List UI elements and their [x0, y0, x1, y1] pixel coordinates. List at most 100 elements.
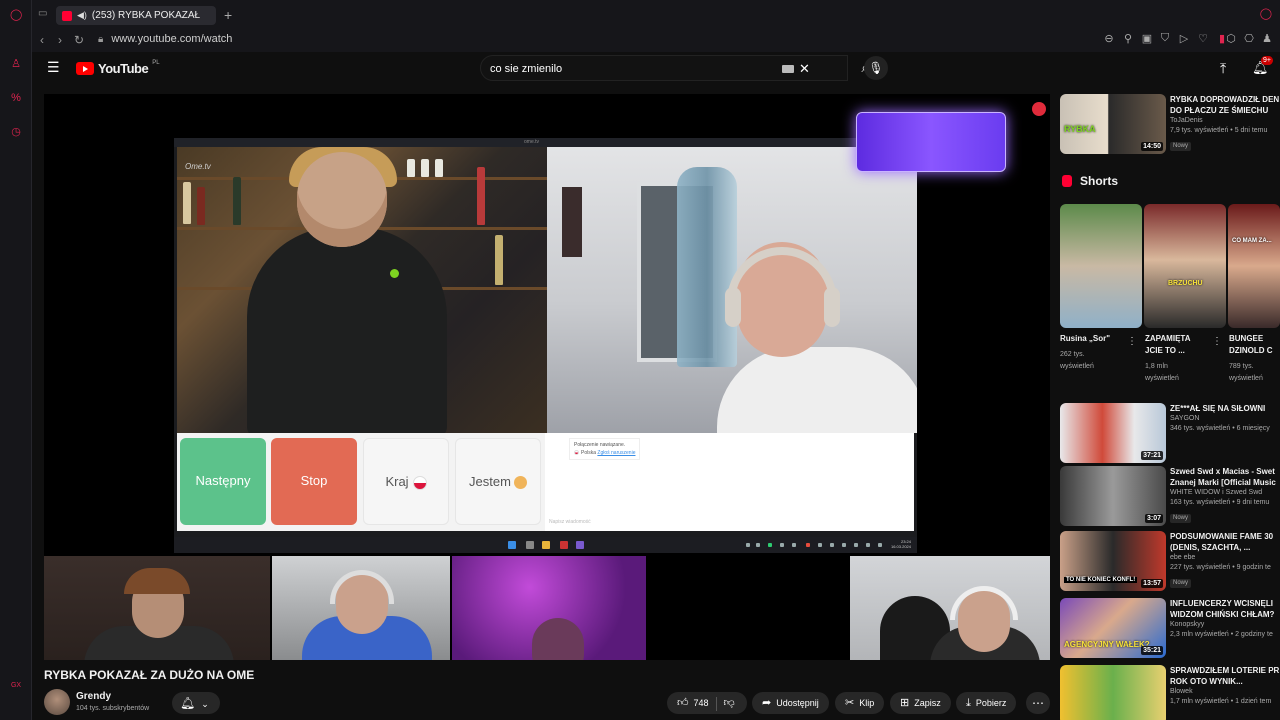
clip-button[interactable]: ✂ Klip: [835, 692, 885, 714]
tab-islands-icon[interactable]: ▭: [38, 8, 50, 20]
recommended-video[interactable]: TO NIE KONIEC KONFL! 13:57 PODSUMOWANIE …: [1060, 531, 1280, 591]
browser-tab[interactable]: ◀) (253) RYBKA POKAZAŁ: [56, 6, 216, 25]
video-duration: 14:50: [1141, 142, 1163, 151]
new-tab-button[interactable]: +: [224, 6, 238, 24]
new-badge: Nowy: [1170, 514, 1192, 523]
video-title-line1[interactable]: SPRAWDZIŁEM LOTERIE PR: [1170, 665, 1280, 676]
recommended-video[interactable]: 37:21 ZE***AŁ SIĘ NA SIŁOWNI SAYGON 346 …: [1060, 403, 1280, 463]
clip-label: Klip: [859, 698, 875, 708]
video-thumbnail[interactable]: 3:07: [1060, 466, 1166, 526]
vpn-icon[interactable]: ⛉: [1158, 32, 1172, 45]
save-button[interactable]: ⊞ Zapisz: [890, 692, 951, 714]
share-label: Udostępnij: [776, 698, 819, 708]
video-title-line1[interactable]: PODSUMOWANIE FAME 30: [1170, 531, 1280, 542]
video-thumbnail[interactable]: RYBKA 14:50: [1060, 94, 1166, 154]
video-channel[interactable]: Konopskyy: [1170, 620, 1280, 630]
download-label: Pobierz: [975, 698, 1007, 708]
aria-icon[interactable]: ♙: [10, 58, 22, 70]
video-channel[interactable]: SAYGON: [1170, 414, 1280, 424]
short-title[interactable]: JCIE TO ...: [1145, 346, 1185, 356]
gx-icon[interactable]: GX: [10, 680, 22, 692]
video-channel[interactable]: Blowek: [1170, 687, 1280, 697]
video-meta: 227 tys. wyświetleń • 9 godzin te: [1170, 564, 1271, 571]
video-title-line2[interactable]: DO PŁACZU ZE ŚMIECHU: [1170, 105, 1280, 116]
short-thumbnail[interactable]: CO MAM ZA...: [1228, 204, 1280, 328]
upload-icon[interactable]: ⤒: [1220, 60, 1226, 77]
player-icon[interactable]: ▷: [1177, 32, 1191, 45]
url-field[interactable]: 🔒︎ www.youtube.com/watch: [98, 33, 232, 45]
video-duration: 37:21: [1141, 451, 1163, 460]
video-channel[interactable]: WHITE WIDOW i Szwed Swd: [1170, 488, 1280, 498]
face-left: [297, 152, 387, 247]
subscription-bell-button[interactable]: 🔔︎ ⌄: [172, 692, 220, 714]
wallet-icon[interactable]: ⎔: [1242, 32, 1256, 45]
pin-icon[interactable]: ⚲: [1121, 32, 1135, 45]
recommended-video[interactable]: SPRAWDZIŁEM LOTERIE PR ROK OTO WYNIK... …: [1060, 665, 1280, 720]
short-thumbnail[interactable]: BRZUCHU: [1144, 204, 1226, 328]
webcam-feed: [452, 556, 646, 660]
forward-icon[interactable]: ›: [58, 33, 62, 47]
taskbar-clock: 23:24 16.03.2024: [891, 539, 911, 549]
channel-name[interactable]: Grendy: [76, 691, 111, 702]
more-actions-button[interactable]: ⋯: [1026, 692, 1050, 714]
recommended-video[interactable]: AGENCYJNY WAŁEK? 35:21 INFLUENCERZY WCIS…: [1060, 598, 1280, 658]
video-thumbnail[interactable]: [1060, 665, 1166, 720]
video-title-line2[interactable]: WIDZOM CHIŃSKI CHŁAM?: [1170, 609, 1280, 620]
short-title[interactable]: BUNGEE: [1229, 334, 1280, 344]
video-channel[interactable]: ebe ebe: [1170, 553, 1280, 563]
video-title-line2[interactable]: Znanej Marki [Official Music: [1170, 477, 1280, 488]
reload-icon[interactable]: ↻: [74, 33, 84, 47]
speaker-icon[interactable]: ◀): [77, 10, 87, 21]
history-icon[interactable]: ◷: [10, 126, 22, 138]
like-count[interactable]: 748: [694, 698, 709, 708]
search-box[interactable]: co sie zmienilo ✕: [480, 55, 848, 81]
browser-sidebar: ◯ ♙ % ◷ GX: [0, 0, 32, 720]
video-player[interactable]: ome.tv Ome.tv Następny Stop Kraj Jestem …: [44, 94, 1050, 660]
short-title[interactable]: Rusina „Sor": [1060, 334, 1110, 344]
thumbnail-text: RYBKA: [1064, 124, 1096, 134]
video-title-line1[interactable]: INFLUENCERZY WCISNĘLI: [1170, 598, 1280, 609]
opera-logo-icon[interactable]: ◯: [10, 9, 22, 21]
account-icon[interactable]: ♟: [1260, 32, 1274, 45]
video-channel[interactable]: ToJaDenis: [1170, 116, 1280, 126]
menu-icon[interactable]: ☰: [47, 60, 61, 74]
recommended-video[interactable]: RYBKA 14:50 RYBKA DOPROWADZIŁ DEN DO PŁA…: [1060, 94, 1280, 154]
short-title[interactable]: DZINOLD C: [1229, 346, 1280, 356]
short-title[interactable]: ZAPAMIĘTA: [1145, 334, 1190, 344]
tray-icon: [854, 543, 858, 547]
back-icon[interactable]: ‹: [40, 33, 44, 47]
dislike-icon[interactable]: 👎︎: [724, 697, 735, 709]
recommended-video[interactable]: 3:07 Szwed Swd x Macias - Swet Znanej Ma…: [1060, 466, 1280, 526]
keyboard-icon[interactable]: [782, 65, 794, 73]
video-title-line1[interactable]: ZE***AŁ SIĘ NA SIŁOWNI: [1170, 403, 1280, 414]
video-title-line1[interactable]: RYBKA DOPROWADZIŁ DEN: [1170, 94, 1280, 105]
short-thumbnail[interactable]: [1060, 204, 1142, 328]
snapshot-icon[interactable]: ▣: [1140, 32, 1154, 45]
youtube-logo[interactable]: YouTube PL: [76, 60, 160, 76]
video-info: SPRAWDZIŁEM LOTERIE PR ROK OTO WYNIK... …: [1170, 665, 1280, 707]
video-duration: 3:07: [1144, 514, 1163, 523]
favorite-icon[interactable]: ♡: [1196, 32, 1210, 45]
download-button[interactable]: ⤓ Pobierz: [956, 692, 1017, 714]
search-input[interactable]: co sie zmienilo: [490, 63, 562, 75]
extensions-icon[interactable]: ⬡: [1224, 32, 1238, 45]
voice-search-button[interactable]: 🎙︎: [864, 56, 888, 80]
more-vert-icon[interactable]: ⋮: [1127, 336, 1137, 347]
zoom-icon[interactable]: ⊖: [1102, 32, 1116, 45]
more-vert-icon[interactable]: ⋮: [1212, 336, 1222, 347]
channel-avatar[interactable]: [44, 689, 70, 715]
video-title-line2[interactable]: (DENIS, SZACHTA, ...: [1170, 542, 1280, 553]
video-thumbnail[interactable]: TO NIE KONIEC KONFL! 13:57: [1060, 531, 1166, 591]
video-thumbnail[interactable]: 37:21: [1060, 403, 1166, 463]
video-thumbnail[interactable]: AGENCYJNY WAŁEK? 35:21: [1060, 598, 1166, 658]
shorts-header: Shorts: [1062, 174, 1118, 188]
address-bar: ‹ › ↻ 🔒︎ www.youtube.com/watch ⊖ ⚲ ▣ ⛉ ▷ …: [32, 30, 1280, 52]
clear-search-icon[interactable]: ✕: [799, 61, 810, 77]
video-title-line2[interactable]: ROK OTO WYNIK...: [1170, 676, 1280, 687]
like-icon[interactable]: 👍︎: [677, 697, 689, 709]
extension-icon[interactable]: %: [10, 92, 22, 104]
video-title-line1[interactable]: Szwed Swd x Macias - Swet: [1170, 466, 1280, 477]
search-tabs-icon[interactable]: ◯: [1260, 7, 1272, 20]
windows-start-icon: [508, 541, 516, 549]
share-button[interactable]: ➦ Udostępnij: [752, 692, 829, 714]
